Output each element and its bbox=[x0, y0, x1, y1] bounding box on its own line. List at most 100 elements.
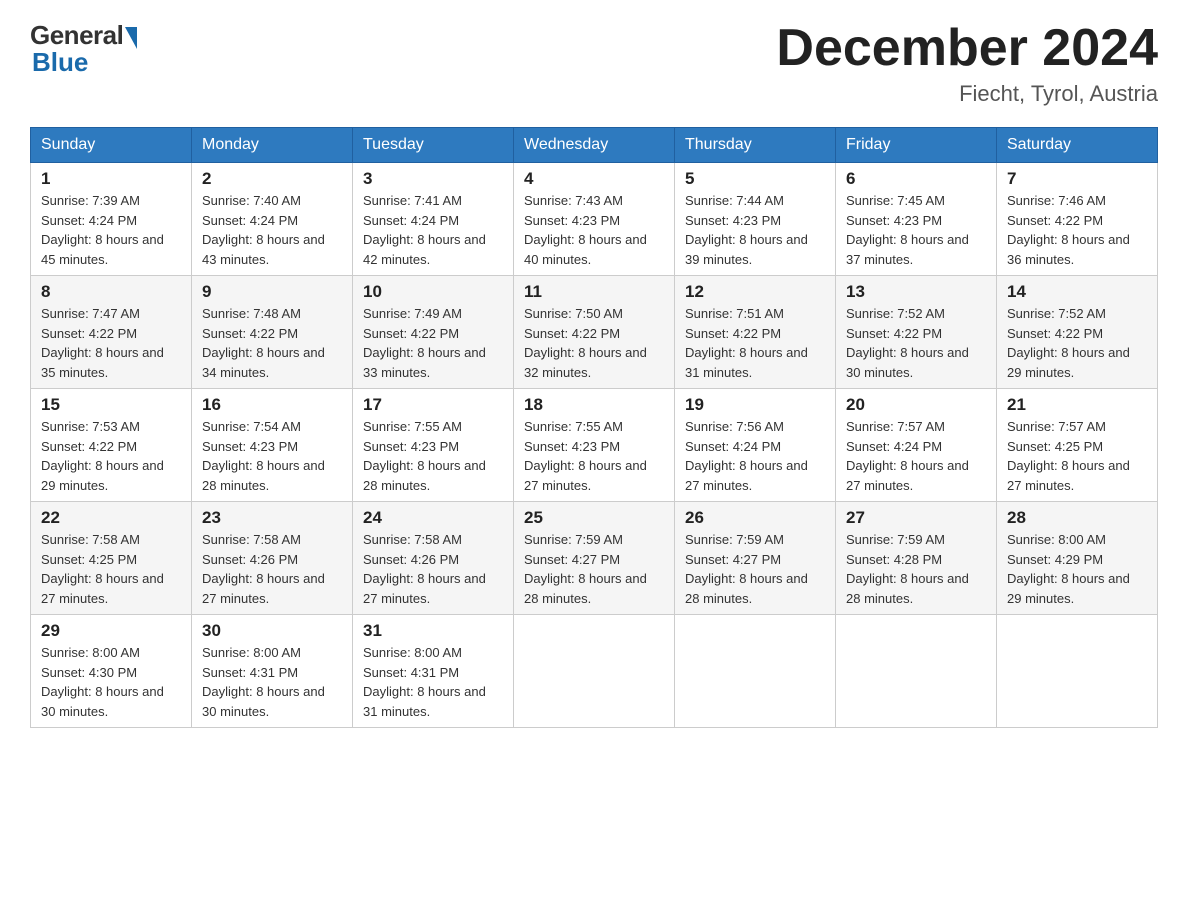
header-wednesday: Wednesday bbox=[514, 128, 675, 163]
table-row: 5 Sunrise: 7:44 AM Sunset: 4:23 PM Dayli… bbox=[675, 163, 836, 276]
day-info: Sunrise: 7:50 AM Sunset: 4:22 PM Dayligh… bbox=[524, 304, 664, 382]
table-row: 25 Sunrise: 7:59 AM Sunset: 4:27 PM Dayl… bbox=[514, 502, 675, 615]
table-row: 26 Sunrise: 7:59 AM Sunset: 4:27 PM Dayl… bbox=[675, 502, 836, 615]
day-number: 2 bbox=[202, 169, 342, 189]
day-info: Sunrise: 7:57 AM Sunset: 4:24 PM Dayligh… bbox=[846, 417, 986, 495]
title-section: December 2024 Fiecht, Tyrol, Austria bbox=[776, 20, 1158, 107]
table-row: 22 Sunrise: 7:58 AM Sunset: 4:25 PM Dayl… bbox=[31, 502, 192, 615]
table-row: 2 Sunrise: 7:40 AM Sunset: 4:24 PM Dayli… bbox=[192, 163, 353, 276]
day-number: 30 bbox=[202, 621, 342, 641]
day-number: 4 bbox=[524, 169, 664, 189]
table-row: 17 Sunrise: 7:55 AM Sunset: 4:23 PM Dayl… bbox=[353, 389, 514, 502]
table-row: 8 Sunrise: 7:47 AM Sunset: 4:22 PM Dayli… bbox=[31, 276, 192, 389]
table-row: 27 Sunrise: 7:59 AM Sunset: 4:28 PM Dayl… bbox=[836, 502, 997, 615]
day-number: 28 bbox=[1007, 508, 1147, 528]
table-row: 4 Sunrise: 7:43 AM Sunset: 4:23 PM Dayli… bbox=[514, 163, 675, 276]
header-thursday: Thursday bbox=[675, 128, 836, 163]
calendar-week-row: 8 Sunrise: 7:47 AM Sunset: 4:22 PM Dayli… bbox=[31, 276, 1158, 389]
calendar-week-row: 15 Sunrise: 7:53 AM Sunset: 4:22 PM Dayl… bbox=[31, 389, 1158, 502]
calendar-week-row: 29 Sunrise: 8:00 AM Sunset: 4:30 PM Dayl… bbox=[31, 615, 1158, 728]
header-friday: Friday bbox=[836, 128, 997, 163]
day-number: 3 bbox=[363, 169, 503, 189]
day-info: Sunrise: 7:49 AM Sunset: 4:22 PM Dayligh… bbox=[363, 304, 503, 382]
table-row: 14 Sunrise: 7:52 AM Sunset: 4:22 PM Dayl… bbox=[997, 276, 1158, 389]
table-row: 16 Sunrise: 7:54 AM Sunset: 4:23 PM Dayl… bbox=[192, 389, 353, 502]
day-info: Sunrise: 7:57 AM Sunset: 4:25 PM Dayligh… bbox=[1007, 417, 1147, 495]
day-info: Sunrise: 7:51 AM Sunset: 4:22 PM Dayligh… bbox=[685, 304, 825, 382]
day-info: Sunrise: 8:00 AM Sunset: 4:31 PM Dayligh… bbox=[363, 643, 503, 721]
header-tuesday: Tuesday bbox=[353, 128, 514, 163]
day-number: 15 bbox=[41, 395, 181, 415]
day-info: Sunrise: 7:59 AM Sunset: 4:28 PM Dayligh… bbox=[846, 530, 986, 608]
table-row: 3 Sunrise: 7:41 AM Sunset: 4:24 PM Dayli… bbox=[353, 163, 514, 276]
day-info: Sunrise: 7:58 AM Sunset: 4:26 PM Dayligh… bbox=[363, 530, 503, 608]
day-info: Sunrise: 7:58 AM Sunset: 4:26 PM Dayligh… bbox=[202, 530, 342, 608]
day-info: Sunrise: 7:43 AM Sunset: 4:23 PM Dayligh… bbox=[524, 191, 664, 269]
table-row: 18 Sunrise: 7:55 AM Sunset: 4:23 PM Dayl… bbox=[514, 389, 675, 502]
day-number: 18 bbox=[524, 395, 664, 415]
day-info: Sunrise: 8:00 AM Sunset: 4:31 PM Dayligh… bbox=[202, 643, 342, 721]
day-info: Sunrise: 7:56 AM Sunset: 4:24 PM Dayligh… bbox=[685, 417, 825, 495]
day-number: 25 bbox=[524, 508, 664, 528]
day-info: Sunrise: 7:59 AM Sunset: 4:27 PM Dayligh… bbox=[685, 530, 825, 608]
day-number: 29 bbox=[41, 621, 181, 641]
day-info: Sunrise: 7:46 AM Sunset: 4:22 PM Dayligh… bbox=[1007, 191, 1147, 269]
day-number: 13 bbox=[846, 282, 986, 302]
day-info: Sunrise: 7:45 AM Sunset: 4:23 PM Dayligh… bbox=[846, 191, 986, 269]
table-row bbox=[514, 615, 675, 728]
day-number: 19 bbox=[685, 395, 825, 415]
day-number: 21 bbox=[1007, 395, 1147, 415]
day-info: Sunrise: 7:54 AM Sunset: 4:23 PM Dayligh… bbox=[202, 417, 342, 495]
table-row: 31 Sunrise: 8:00 AM Sunset: 4:31 PM Dayl… bbox=[353, 615, 514, 728]
day-number: 24 bbox=[363, 508, 503, 528]
table-row: 13 Sunrise: 7:52 AM Sunset: 4:22 PM Dayl… bbox=[836, 276, 997, 389]
day-info: Sunrise: 8:00 AM Sunset: 4:29 PM Dayligh… bbox=[1007, 530, 1147, 608]
header-saturday: Saturday bbox=[997, 128, 1158, 163]
table-row: 19 Sunrise: 7:56 AM Sunset: 4:24 PM Dayl… bbox=[675, 389, 836, 502]
day-number: 16 bbox=[202, 395, 342, 415]
location-text: Fiecht, Tyrol, Austria bbox=[776, 81, 1158, 107]
table-row: 10 Sunrise: 7:49 AM Sunset: 4:22 PM Dayl… bbox=[353, 276, 514, 389]
day-number: 23 bbox=[202, 508, 342, 528]
day-number: 6 bbox=[846, 169, 986, 189]
day-number: 8 bbox=[41, 282, 181, 302]
day-info: Sunrise: 7:44 AM Sunset: 4:23 PM Dayligh… bbox=[685, 191, 825, 269]
table-row: 9 Sunrise: 7:48 AM Sunset: 4:22 PM Dayli… bbox=[192, 276, 353, 389]
calendar-table: Sunday Monday Tuesday Wednesday Thursday… bbox=[30, 127, 1158, 728]
day-number: 26 bbox=[685, 508, 825, 528]
day-info: Sunrise: 7:55 AM Sunset: 4:23 PM Dayligh… bbox=[524, 417, 664, 495]
day-number: 1 bbox=[41, 169, 181, 189]
day-info: Sunrise: 7:55 AM Sunset: 4:23 PM Dayligh… bbox=[363, 417, 503, 495]
day-number: 22 bbox=[41, 508, 181, 528]
day-number: 7 bbox=[1007, 169, 1147, 189]
table-row: 29 Sunrise: 8:00 AM Sunset: 4:30 PM Dayl… bbox=[31, 615, 192, 728]
day-number: 20 bbox=[846, 395, 986, 415]
day-number: 12 bbox=[685, 282, 825, 302]
day-number: 31 bbox=[363, 621, 503, 641]
day-number: 17 bbox=[363, 395, 503, 415]
day-info: Sunrise: 7:52 AM Sunset: 4:22 PM Dayligh… bbox=[1007, 304, 1147, 382]
table-row: 21 Sunrise: 7:57 AM Sunset: 4:25 PM Dayl… bbox=[997, 389, 1158, 502]
table-row: 7 Sunrise: 7:46 AM Sunset: 4:22 PM Dayli… bbox=[997, 163, 1158, 276]
logo: General Blue bbox=[30, 20, 137, 78]
table-row: 6 Sunrise: 7:45 AM Sunset: 4:23 PM Dayli… bbox=[836, 163, 997, 276]
day-number: 10 bbox=[363, 282, 503, 302]
logo-arrow-icon bbox=[125, 27, 137, 49]
calendar-week-row: 1 Sunrise: 7:39 AM Sunset: 4:24 PM Dayli… bbox=[31, 163, 1158, 276]
header-sunday: Sunday bbox=[31, 128, 192, 163]
logo-blue-text: Blue bbox=[32, 47, 88, 78]
day-number: 27 bbox=[846, 508, 986, 528]
header-monday: Monday bbox=[192, 128, 353, 163]
table-row: 24 Sunrise: 7:58 AM Sunset: 4:26 PM Dayl… bbox=[353, 502, 514, 615]
day-info: Sunrise: 7:39 AM Sunset: 4:24 PM Dayligh… bbox=[41, 191, 181, 269]
page-header: General Blue December 2024 Fiecht, Tyrol… bbox=[30, 20, 1158, 107]
table-row: 12 Sunrise: 7:51 AM Sunset: 4:22 PM Dayl… bbox=[675, 276, 836, 389]
day-info: Sunrise: 7:52 AM Sunset: 4:22 PM Dayligh… bbox=[846, 304, 986, 382]
day-number: 14 bbox=[1007, 282, 1147, 302]
day-number: 11 bbox=[524, 282, 664, 302]
day-number: 5 bbox=[685, 169, 825, 189]
day-info: Sunrise: 7:58 AM Sunset: 4:25 PM Dayligh… bbox=[41, 530, 181, 608]
day-info: Sunrise: 7:47 AM Sunset: 4:22 PM Dayligh… bbox=[41, 304, 181, 382]
day-info: Sunrise: 7:41 AM Sunset: 4:24 PM Dayligh… bbox=[363, 191, 503, 269]
month-title: December 2024 bbox=[776, 20, 1158, 77]
